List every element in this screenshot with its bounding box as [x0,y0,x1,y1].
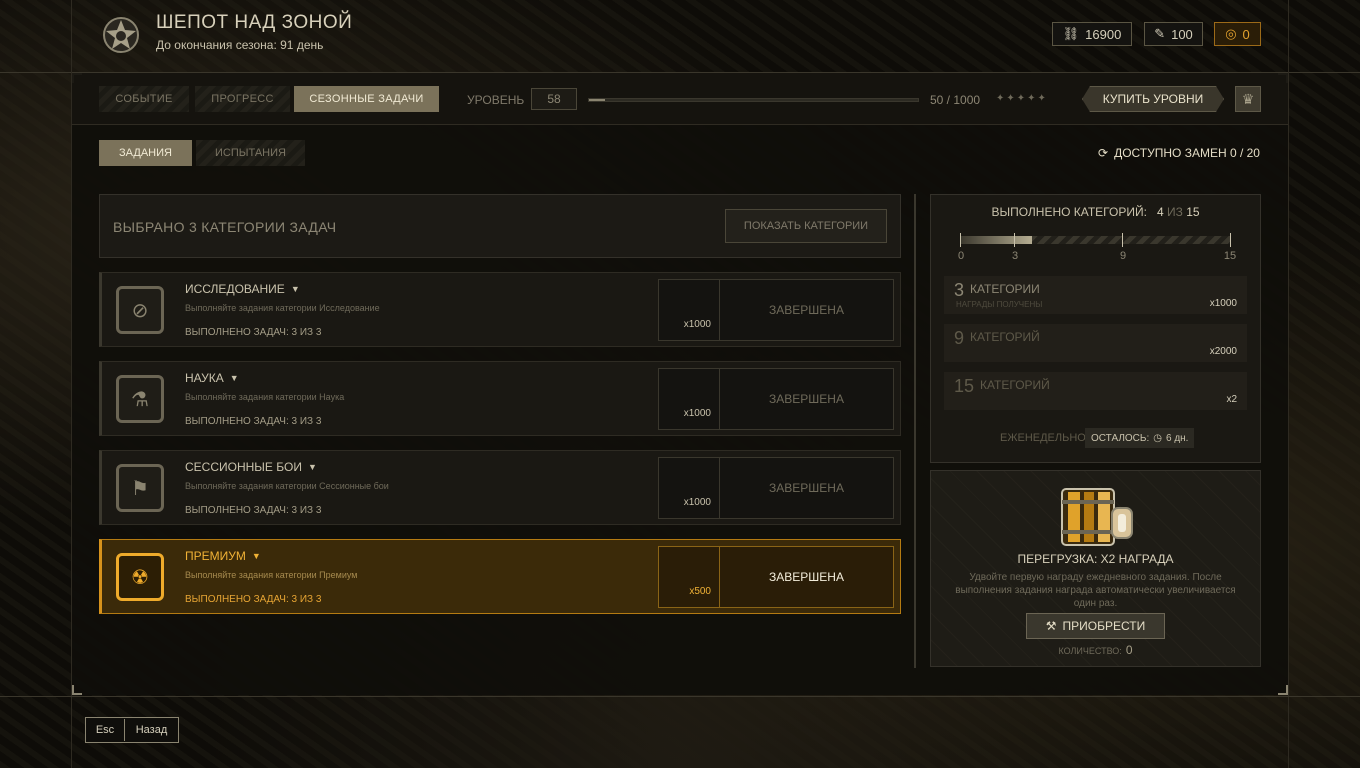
booster-barrel-icon [1061,488,1133,546]
task-description: Выполняйте задания категории Исследовани… [185,303,380,313]
currency-ticket: ✎ 100 [1144,22,1203,46]
ticket-icon: ✎ [1154,26,1166,41]
radiation-icon: ☢ [116,553,164,601]
task-status: ЗАВЕРШЕНА [719,457,894,519]
weekly-label: ЕЖЕНЕДЕЛЬНО [1000,432,1086,444]
chain-icon: ⛓ [1062,26,1080,41]
booster-quantity: КОЛИЧЕСТВО: 0 [1058,643,1133,657]
task-name: НАУКА [185,371,224,385]
level-value: 58 [531,88,577,110]
task-reward: x500 [658,546,720,608]
task-row-session-battles[interactable]: ⚑ СЕССИОННЫЕ БОИ ▼ Выполняйте задания кат… [99,450,901,525]
triangle-down-icon[interactable]: ▼ [308,462,317,472]
crown-icon: ♛ [1241,90,1255,107]
task-row-science[interactable]: ⚗ НАУКА ▼ Выполняйте задания категории На… [99,361,901,436]
triangle-down-icon[interactable]: ▼ [252,551,261,561]
task-progress: ВЫПОЛНЕНО ЗАДАЧ: 3 ИЗ 3 [185,416,322,427]
panel-corner [1278,685,1288,695]
flag-icon: ⚑ [116,464,164,512]
hammer-icon: ⚒ [1045,619,1057,633]
xp-progress-fill [589,99,606,101]
xp-text: 50 / 1000 [930,93,981,107]
progress-tick [1014,233,1015,247]
task-reward: x1000 [658,457,720,519]
time-remaining-badge: ОСТАЛОСЬ: ◷ 6 дн. [1085,428,1195,448]
purchase-booster-button[interactable]: ⚒ ПРИОБРЕСТИ [1026,613,1165,639]
category-progress-bar [960,236,1231,244]
task-status: ЗАВЕРШЕНА [719,368,894,430]
show-categories-button[interactable]: ПОКАЗАТЬ КАТЕГОРИИ [725,209,887,243]
task-progress: ВЫПОЛНЕНО ЗАДАЧ: 3 ИЗ 3 [185,594,322,605]
frame-line-right [1288,0,1289,768]
triangle-down-icon[interactable]: ▼ [291,284,300,294]
scrollbar-track[interactable] [914,194,916,668]
tick-label: 15 [1223,250,1237,262]
progress-tick [1230,233,1231,247]
triangle-down-icon[interactable]: ▼ [230,373,239,383]
task-status: ЗАВЕРШЕНА [719,546,894,608]
refresh-icon: ⟳ [1098,146,1109,160]
panel-corner [72,685,82,695]
flask-icon: ⚗ [116,375,164,423]
page-title: ШЕПОТ НАД ЗОНОЙ [156,12,353,33]
compass-icon: ⊘ [116,286,164,334]
replacements-counter[interactable]: ⟳ ДОСТУПНО ЗАМЕН 0 / 20 [1098,146,1260,160]
task-description: Выполняйте задания категории Наука [185,392,345,402]
esc-key[interactable]: Esc [86,718,124,742]
currency-chain: ⛓ 16900 [1052,22,1132,46]
subtab-challenges[interactable]: ИСПЫТАНИЯ [196,140,305,166]
tier-3-categories: 3 КАТЕГОРИИ НАГРАДЫ ПОЛУЧЕНЫ x1000 [944,276,1247,314]
tick-label: 3 [1011,250,1019,262]
tab-event[interactable]: СОБЫТИЕ [99,86,189,112]
task-name: ИССЛЕДОВАНИЕ [185,282,285,296]
premium-crown-button[interactable]: ♛ [1235,86,1261,112]
category-progress-title: ВЫПОЛНЕНО КАТЕГОРИЙ: 4 ИЗ 15 [991,205,1200,219]
categories-title: ВЫБРАНО 3 КАТЕГОРИИ ЗАДАЧ [113,219,337,235]
task-description: Выполняйте задания категории Сессионные … [185,481,389,491]
task-name: СЕССИОННЫЕ БОИ [185,460,302,474]
category-progress-fill [960,236,1033,244]
task-status: ЗАВЕРШЕНА [719,279,894,341]
xp-stars: ✦✦✦✦✦ [996,93,1048,104]
level-label: УРОВЕНЬ [467,93,525,107]
task-row-research[interactable]: ⊘ ИССЛЕДОВАНИЕ ▼ Выполняйте задания катег… [99,272,901,347]
task-reward: x1000 [658,279,720,341]
currency-coin: ◎ 0 [1214,22,1261,46]
task-description: Выполняйте задания категории Премиум [185,570,358,580]
tab-season-tasks[interactable]: СЕЗОННЫЕ ЗАДАЧИ [294,86,439,112]
tab-progress[interactable]: ПРОГРЕСС [195,86,290,112]
booster-title: ПЕРЕГРУЗКА: X2 НАГРАДА [1017,552,1174,566]
tier-15-categories: 15 КАТЕГОРИЙ x2 [944,372,1247,410]
xp-progress-bar [588,98,919,102]
season-logo-icon [103,17,139,53]
footer-divider [0,696,1360,697]
task-progress: ВЫПОЛНЕНО ЗАДАЧ: 3 ИЗ 3 [185,505,322,516]
task-reward: x1000 [658,368,720,430]
tier-9-categories: 9 КАТЕГОРИЙ x2000 [944,324,1247,362]
task-row-premium[interactable]: ☢ ПРЕМИУМ ▼ Выполняйте задания категории … [99,539,901,614]
buy-levels-button[interactable]: КУПИТЬ УРОВНИ [1082,86,1224,112]
task-progress: ВЫПОЛНЕНО ЗАДАЧ: 3 ИЗ 3 [185,327,322,338]
coin-icon: ◎ [1225,26,1237,41]
progress-tick [960,233,961,247]
tick-label: 9 [1119,250,1127,262]
task-name: ПРЕМИУМ [185,549,246,563]
subtab-tasks[interactable]: ЗАДАНИЯ [99,140,192,166]
booster-description: Удвойте первую награду ежедневного задан… [955,572,1236,609]
season-countdown: До окончания сезона: 91 день [156,38,324,52]
progress-tick [1122,233,1123,247]
tick-label: 0 [957,250,965,262]
back-button[interactable]: Назад [125,718,178,742]
clock-icon: ◷ [1153,432,1162,444]
